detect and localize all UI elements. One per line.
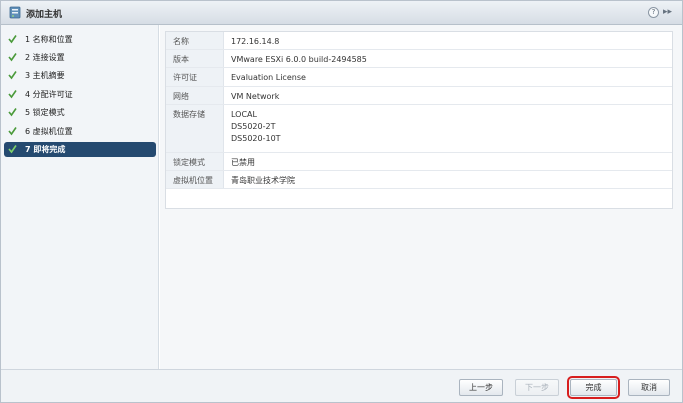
row-key: 名称 xyxy=(173,37,189,46)
row-value: VMware ESXi 6.0.0 build-2494585 xyxy=(231,55,367,64)
checkmark-icon xyxy=(8,127,17,136)
summary-row-network: 网络 VM Network xyxy=(166,87,672,105)
step-host-summary[interactable]: 3 主机摘要 xyxy=(4,68,156,83)
summary-row-lockdown: 锁定模式 已禁用 xyxy=(166,153,672,171)
step-label: 3 主机摘要 xyxy=(25,71,65,80)
row-key: 版本 xyxy=(173,55,189,64)
step-vm-location[interactable]: 6 虚拟机位置 xyxy=(4,124,156,139)
row-key: 许可证 xyxy=(173,73,197,82)
step-label: 7 即将完成 xyxy=(25,145,66,154)
wizard-content: 名称 172.16.14.8 版本 VMware ESXi 6.0.0 buil… xyxy=(160,25,682,369)
step-label: 6 虚拟机位置 xyxy=(25,127,73,136)
checkmark-icon xyxy=(8,90,17,99)
summary-row-version: 版本 VMware ESXi 6.0.0 build-2494585 xyxy=(166,50,672,68)
checkmark-icon xyxy=(8,53,17,62)
step-connection-settings[interactable]: 2 连接设置 xyxy=(4,50,156,65)
row-key: 锁定模式 xyxy=(173,158,205,167)
row-value: 青岛职业技术学院 xyxy=(231,176,295,185)
datastore-value: DS5020-10T xyxy=(231,134,281,143)
help-icon[interactable]: ? xyxy=(648,7,659,18)
step-label: 5 锁定模式 xyxy=(25,108,65,117)
summary-table: 名称 172.16.14.8 版本 VMware ESXi 6.0.0 buil… xyxy=(165,31,673,209)
datastore-value: DS5020-2T xyxy=(231,122,276,131)
datastore-value: LOCAL xyxy=(231,110,257,119)
row-key: 网络 xyxy=(173,92,189,101)
cancel-button[interactable]: 取消 xyxy=(628,379,670,396)
step-name-location[interactable]: 1 名称和位置 xyxy=(4,32,156,47)
window-title: 添加主机 xyxy=(26,10,63,20)
checkmark-icon xyxy=(8,35,17,44)
summary-row-vm-location: 虚拟机位置 青岛职业技术学院 xyxy=(166,171,672,189)
step-label: 1 名称和位置 xyxy=(25,35,73,44)
step-assign-license[interactable]: 4 分配许可证 xyxy=(4,87,156,102)
add-host-wizard-window: 添加主机 ? ▸▸ 1 名称和位置 2 连接设置 3 主机摘要 4 分配许可证 … xyxy=(0,0,683,403)
next-button[interactable]: 下一步 xyxy=(515,379,559,396)
step-lockdown-mode[interactable]: 5 锁定模式 xyxy=(4,105,156,120)
row-value: 172.16.14.8 xyxy=(231,37,280,46)
host-icon xyxy=(9,6,21,19)
step-label: 2 连接设置 xyxy=(25,53,65,62)
summary-row-license: 许可证 Evaluation License xyxy=(166,68,672,87)
checkmark-icon xyxy=(8,145,17,154)
row-key: 数据存储 xyxy=(173,110,205,119)
summary-row-name: 名称 172.16.14.8 xyxy=(166,32,672,50)
wizard-footer: 上一步 下一步 完成 取消 xyxy=(1,369,682,402)
row-value: VM Network xyxy=(231,92,280,101)
wizard-step-list: 1 名称和位置 2 连接设置 3 主机摘要 4 分配许可证 5 锁定模式 6 虚… xyxy=(1,25,159,369)
checkmark-icon xyxy=(8,71,17,80)
step-label: 4 分配许可证 xyxy=(25,90,73,99)
step-ready-to-complete[interactable]: 7 即将完成 xyxy=(4,142,156,157)
title-bar: 添加主机 ? ▸▸ xyxy=(1,1,682,25)
row-value: Evaluation License xyxy=(231,73,306,82)
row-value: 已禁用 xyxy=(231,158,255,167)
row-key: 虚拟机位置 xyxy=(173,176,213,185)
finish-button[interactable]: 完成 xyxy=(567,376,620,399)
back-button[interactable]: 上一步 xyxy=(459,379,503,396)
checkmark-icon xyxy=(8,108,17,117)
expand-icon[interactable]: ▸▸ xyxy=(663,6,677,19)
summary-row-datastore: 数据存储 LOCAL DS5020-2T DS5020-10T xyxy=(166,105,672,153)
